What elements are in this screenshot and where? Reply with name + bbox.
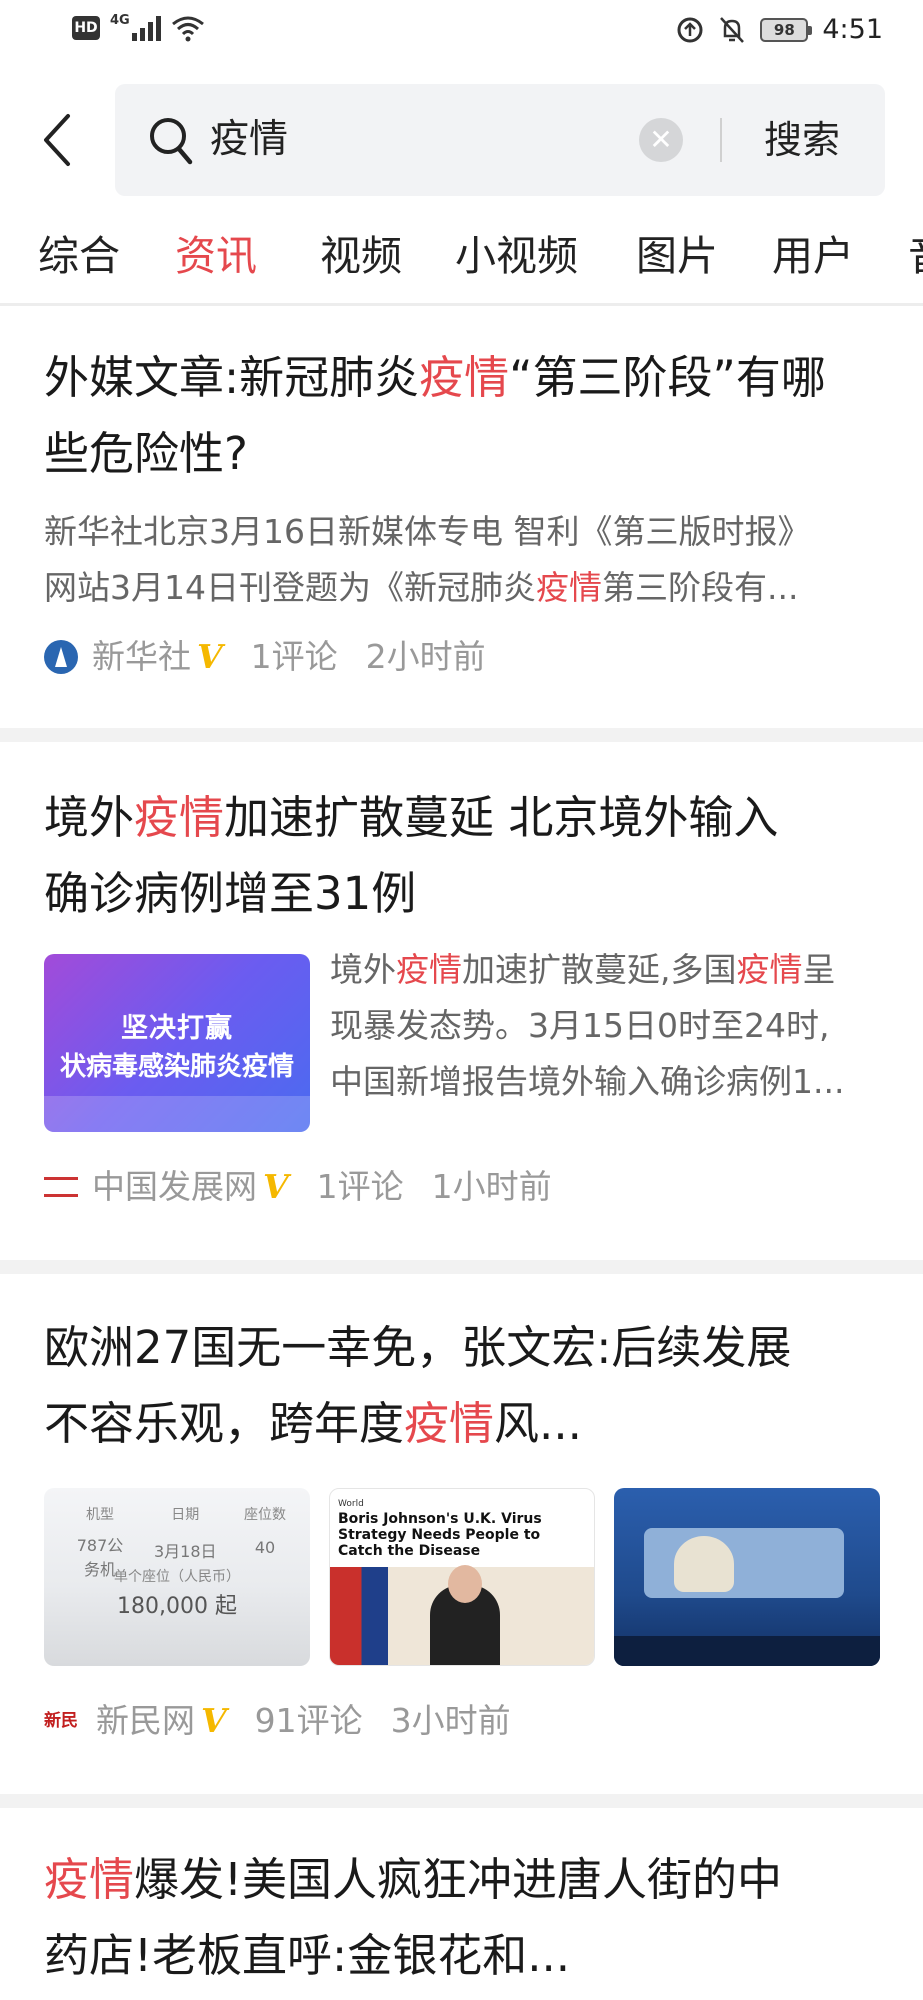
battery-icon: 98 [760, 17, 813, 42]
search-input[interactable]: 疫情 [210, 112, 288, 168]
xinhua-logo-icon [44, 640, 78, 674]
tab-short-video[interactable]: 小视频 [455, 226, 578, 286]
article-4-title[interactable]: 疫情爆发!美国人疯狂冲进唐人街的中 药店!老板直呼:金银花和... [44, 1842, 894, 1994]
source-name[interactable]: 新民网 [96, 1696, 195, 1746]
network-type: 4G [110, 12, 130, 28]
xinmin-logo-icon: 新民 [44, 1711, 78, 1731]
tab-divider [0, 303, 923, 306]
wifi-icon [171, 16, 204, 42]
mute-bell-icon [720, 16, 745, 43]
tab-comprehensive[interactable]: 综合 [38, 226, 120, 286]
article-1-title[interactable]: 外媒文章:新冠肺炎疫情“第三阶段”有哪 些危险性? [44, 340, 894, 492]
source-name[interactable]: 新华社 [92, 632, 191, 682]
comment-count: 91评论 [254, 1701, 363, 1740]
article-2-thumbnail[interactable]: 坚决打赢 状病毒感染肺炎疫情 [44, 954, 310, 1132]
article-1-meta: 新华社 V 1评论 2小时前 [44, 632, 486, 682]
image-cell-date: 日期 3月18日 [154, 1507, 217, 1561]
thumbnail-caption-1: 坚决打赢 [121, 1013, 233, 1044]
status-right: 98 4:51 [676, 14, 883, 45]
car-passenger [674, 1536, 734, 1592]
divider [720, 118, 722, 162]
back-arrow-icon[interactable] [36, 110, 80, 170]
publish-time: 3小时前 [390, 1701, 511, 1740]
car-body [614, 1636, 880, 1666]
source-name[interactable]: 中国发展网 [92, 1162, 257, 1212]
article-1-abstract: 新华社北京3月16日新媒体专电 智利《第三版时报》 网站3月14日刊登题为《新冠… [44, 512, 811, 607]
publish-time: 1小时前 [431, 1167, 552, 1206]
verified-badge-icon: V [201, 1701, 227, 1740]
article-separator [0, 1260, 923, 1274]
verified-badge-icon: V [197, 637, 223, 676]
clear-icon[interactable]: ✕ [639, 118, 683, 162]
clock: 4:51 [822, 14, 883, 45]
image-headline: Boris Johnson's U.K. Virus Strategy Need… [338, 1511, 542, 1559]
image-face [448, 1565, 482, 1603]
verified-badge-icon: V [263, 1167, 289, 1206]
comment-count: 1评论 [250, 637, 338, 676]
article-3-image-3[interactable] [614, 1488, 880, 1666]
thumbnail-band [44, 1096, 310, 1132]
article-3-image-1[interactable]: 机型 787公务机 日期 3月18日 座位数 40 单个座位（人民币） 180,000… [44, 1488, 310, 1666]
hd-icon: HD [72, 16, 100, 40]
search-icon [150, 118, 193, 165]
tab-news[interactable]: 资讯 [175, 226, 257, 286]
tab-music-partial[interactable]: 音 [908, 226, 923, 286]
image-section-label: World [338, 1499, 364, 1509]
comment-count: 1评论 [316, 1167, 404, 1206]
article-separator [0, 728, 923, 742]
image-price: 180,000 起 [117, 1594, 237, 1619]
china-development-logo-icon [44, 1177, 78, 1197]
status-left: HD 4G [72, 12, 205, 42]
thumbnail-caption-2: 状病毒感染肺炎疫情 [59, 1052, 294, 1082]
article-separator [0, 1794, 923, 1808]
publish-time: 2小时前 [365, 637, 486, 676]
tab-users[interactable]: 用户 [772, 226, 854, 286]
article-2-abstract: 境外疫情加速扩散蔓延,多国疫情呈 现暴发态势。3月15日0时至24时, 中国新增… [330, 950, 845, 1101]
image-cell-seats: 座位数 40 [244, 1507, 286, 1557]
article-2-meta: 中国发展网 V 1评论 1小时前 [44, 1162, 552, 1212]
search-button[interactable]: 搜索 [764, 112, 840, 168]
article-3-title[interactable]: 欧洲27国无一幸免，张文宏:后续发展 不容乐观，跨年度疫情风... [44, 1310, 894, 1462]
tab-images[interactable]: 图片 [636, 226, 718, 286]
article-3-meta: 新民 新民网 V 91评论 3小时前 [44, 1696, 511, 1746]
image-price-label: 单个座位（人民币） [114, 1569, 240, 1585]
article-3-image-2[interactable]: World Boris Johnson's U.K. Virus Strateg… [329, 1488, 595, 1666]
signal-icon [131, 15, 161, 41]
tab-video[interactable]: 视频 [320, 226, 402, 286]
data-saver-icon [677, 17, 703, 42]
article-2-title[interactable]: 境外疫情加速扩散蔓延 北京境外输入 确诊病例增至31例 [44, 780, 894, 932]
